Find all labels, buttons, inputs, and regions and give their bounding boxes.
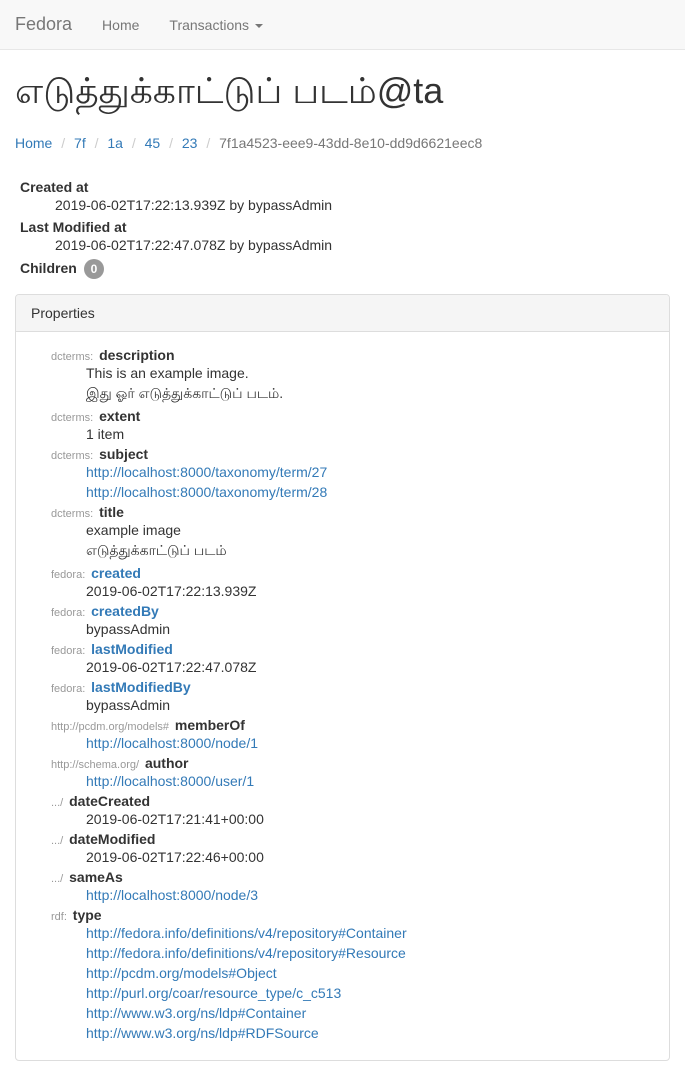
prop-link[interactable]: http://localhost:8000/taxonomy/term/27: [86, 464, 327, 480]
navbar: Fedora Home Transactions: [0, 0, 685, 50]
prop-datemodified: .../ dateModified: [51, 831, 654, 847]
prop-prefix: dcterms:: [51, 508, 93, 520]
prop-value: எடுத்துக்காட்டுப் படம்: [51, 542, 654, 561]
properties-heading: Properties: [16, 295, 669, 332]
prop-name: title: [99, 504, 124, 520]
prop-value: This is an example image.: [51, 365, 654, 381]
prop-name: type: [73, 907, 102, 923]
prop-name: subject: [99, 446, 148, 462]
breadcrumb-separator: /: [90, 135, 104, 151]
breadcrumb-seg4[interactable]: 23: [182, 135, 198, 151]
prop-name: extent: [99, 408, 140, 424]
prop-value: 2019-06-02T17:21:41+00:00: [51, 811, 654, 827]
prop-sameas: .../ sameAs: [51, 869, 654, 885]
prop-prefix: .../: [51, 835, 63, 847]
last-modified-label: Last Modified at: [20, 219, 665, 235]
prop-extent: dcterms: extent: [51, 408, 654, 424]
prop-datecreated: .../ dateCreated: [51, 793, 654, 809]
prop-value: 1 item: [51, 426, 654, 442]
prop-link[interactable]: http://www.w3.org/ns/ldp#RDFSource: [86, 1025, 319, 1041]
prop-name: sameAs: [69, 869, 123, 885]
prop-prefix: dcterms:: [51, 450, 93, 462]
nav-transactions[interactable]: Transactions: [154, 2, 278, 48]
prop-createdby: fedora: createdBy: [51, 603, 654, 619]
prop-name-link[interactable]: lastModified: [91, 641, 173, 657]
prop-description: dcterms: description: [51, 347, 654, 363]
prop-value: bypassAdmin: [51, 697, 654, 713]
prop-prefix: http://schema.org/: [51, 759, 139, 771]
prop-name: dateModified: [69, 831, 155, 847]
breadcrumb-seg3[interactable]: 45: [145, 135, 161, 151]
prop-value: 2019-06-02T17:22:47.078Z: [51, 659, 654, 675]
children-label: Children: [20, 260, 77, 276]
prop-value: example image: [51, 522, 654, 538]
prop-link[interactable]: http://pcdm.org/models#Object: [86, 965, 277, 981]
prop-name: author: [145, 755, 189, 771]
properties-panel: Properties dcterms: description This is …: [15, 294, 670, 1061]
prop-link[interactable]: http://fedora.info/definitions/v4/reposi…: [86, 925, 407, 941]
nav-transactions-label: Transactions: [169, 17, 249, 33]
meta-block: Created at 2019-06-02T17:22:13.939Z by b…: [15, 179, 670, 279]
prop-prefix: fedora:: [51, 569, 85, 581]
page-title: எடுத்துக்காட்டுப் படம்@ta: [15, 70, 670, 117]
navbar-brand[interactable]: Fedora: [15, 14, 87, 35]
prop-lastmodifiedby: fedora: lastModifiedBy: [51, 679, 654, 695]
breadcrumb-separator: /: [164, 135, 178, 151]
created-at-value: 2019-06-02T17:22:13.939Z by bypassAdmin: [20, 197, 665, 213]
prop-prefix: dcterms:: [51, 351, 93, 363]
prop-link[interactable]: http://fedora.info/definitions/v4/reposi…: [86, 945, 406, 961]
prop-prefix: http://pcdm.org/models#: [51, 721, 169, 733]
breadcrumb-active: 7f1a4523-eee9-43dd-8e10-dd9d6621eec8: [219, 135, 482, 151]
prop-prefix: fedora:: [51, 683, 85, 695]
prop-name-link[interactable]: lastModifiedBy: [91, 679, 191, 695]
prop-prefix: rdf:: [51, 911, 67, 923]
prop-link[interactable]: http://localhost:8000/user/1: [86, 773, 254, 789]
prop-prefix: fedora:: [51, 607, 85, 619]
breadcrumb-separator: /: [201, 135, 215, 151]
breadcrumb-seg2[interactable]: 1a: [107, 135, 123, 151]
prop-link[interactable]: http://localhost:8000/taxonomy/term/28: [86, 484, 327, 500]
chevron-down-icon: [255, 24, 263, 28]
created-at-label: Created at: [20, 179, 665, 195]
nav-home[interactable]: Home: [87, 2, 154, 48]
prop-link[interactable]: http://localhost:8000/node/1: [86, 735, 258, 751]
prop-name-link[interactable]: created: [91, 565, 141, 581]
last-modified-value: 2019-06-02T17:22:47.078Z by bypassAdmin: [20, 237, 665, 253]
prop-prefix: dcterms:: [51, 412, 93, 424]
prop-created: fedora: created: [51, 565, 654, 581]
breadcrumb: Home / 7f / 1a / 45 / 23 / 7f1a4523-eee9…: [15, 127, 670, 159]
prop-memberof: http://pcdm.org/models# memberOf: [51, 717, 654, 733]
prop-link[interactable]: http://localhost:8000/node/3: [86, 887, 258, 903]
prop-value: 2019-06-02T17:22:13.939Z: [51, 583, 654, 599]
prop-author: http://schema.org/ author: [51, 755, 654, 771]
prop-link[interactable]: http://www.w3.org/ns/ldp#Container: [86, 1005, 306, 1021]
prop-prefix: fedora:: [51, 645, 85, 657]
breadcrumb-separator: /: [127, 135, 141, 151]
prop-link[interactable]: http://purl.org/coar/resource_type/c_c51…: [86, 985, 341, 1001]
breadcrumb-separator: /: [56, 135, 70, 151]
prop-value: 2019-06-02T17:22:46+00:00: [51, 849, 654, 865]
prop-subject: dcterms: subject: [51, 446, 654, 462]
prop-prefix: .../: [51, 797, 63, 809]
prop-title: dcterms: title: [51, 504, 654, 520]
prop-prefix: .../: [51, 873, 63, 885]
prop-name: description: [99, 347, 174, 363]
prop-lastmodified: fedora: lastModified: [51, 641, 654, 657]
prop-type: rdf: type: [51, 907, 654, 923]
breadcrumb-home[interactable]: Home: [15, 135, 52, 151]
prop-name: memberOf: [175, 717, 245, 733]
prop-name-link[interactable]: createdBy: [91, 603, 159, 619]
prop-value: இது ஓர் எடுத்துக்காட்டுப் படம்.: [51, 385, 654, 404]
children-count-badge: 0: [84, 259, 105, 279]
breadcrumb-seg1[interactable]: 7f: [74, 135, 86, 151]
prop-name: dateCreated: [69, 793, 150, 809]
prop-value: bypassAdmin: [51, 621, 654, 637]
